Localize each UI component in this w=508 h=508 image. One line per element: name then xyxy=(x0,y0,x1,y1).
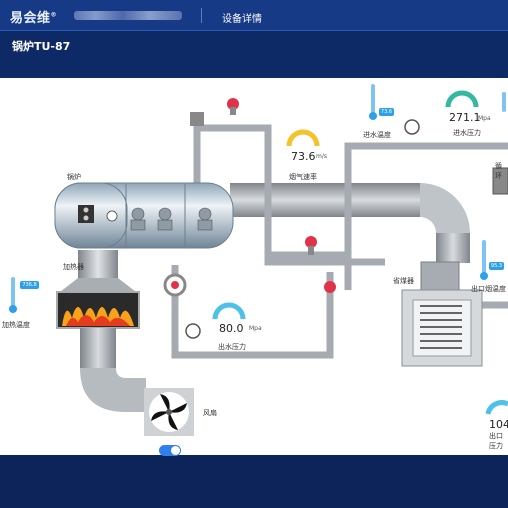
outlet-pressure-label: 出水压力 xyxy=(218,343,246,351)
nav-divider xyxy=(201,8,202,23)
fan-icon[interactable] xyxy=(144,388,194,436)
air-duct xyxy=(80,328,146,412)
page-title: 锅炉TU-87 xyxy=(12,40,71,53)
flue-speed-unit: m/s xyxy=(316,153,327,160)
heat-temp-badge: 736.8 xyxy=(20,281,39,289)
outlet-flue-temp-label: 出口烟温度 xyxy=(471,285,506,293)
boiler-label: 锅炉 xyxy=(67,173,81,181)
inlet-pressure-label: 进水压力 xyxy=(453,129,481,137)
app-logo[interactable]: 易会维® xyxy=(10,7,57,26)
heat-temp-label: 加热温度 xyxy=(2,321,30,329)
inlet-temp-label: 进水温度 xyxy=(363,131,391,139)
outlet-pressure-value: 80.0 xyxy=(219,322,244,335)
outlet-pressure-unit: Mpa xyxy=(249,325,262,332)
outlet-pressure-right-label: 出口压力 xyxy=(489,432,503,450)
bottom-right-gauge-value: 104 xyxy=(489,418,508,431)
inlet-temp-badge: 73.6 xyxy=(379,108,394,116)
economizer xyxy=(401,261,483,367)
economizer-label: 省煤器 xyxy=(393,277,414,285)
redacted-account-info xyxy=(74,11,182,20)
tab-device-detail[interactable]: 设备详情 xyxy=(222,10,262,25)
top-bar: 易会维® 设备详情 xyxy=(0,0,508,31)
page-header xyxy=(0,31,508,78)
process-diagram: 锅炉 加热器 加热温度 烟气速率 进水温度 进水压力 省煤器 出水压力 出口烟温… xyxy=(0,78,508,455)
pump-label: 循环 xyxy=(495,162,502,180)
flue-speed-value: 73.6 xyxy=(291,150,316,163)
fan-label: 风扇 xyxy=(203,409,217,417)
toggle-knob xyxy=(171,446,180,455)
boiler-tank xyxy=(54,182,234,249)
inlet-pressure-value: 271.1 xyxy=(449,111,481,124)
flue-speed-label: 烟气速率 xyxy=(289,173,317,181)
footer-bar xyxy=(0,455,508,508)
fan-toggle[interactable] xyxy=(159,445,181,456)
heater-label: 加热器 xyxy=(63,263,84,271)
inlet-pressure-unit: Mpa xyxy=(478,115,491,122)
outlet-flue-temp-badge: 95.3 xyxy=(489,262,504,270)
